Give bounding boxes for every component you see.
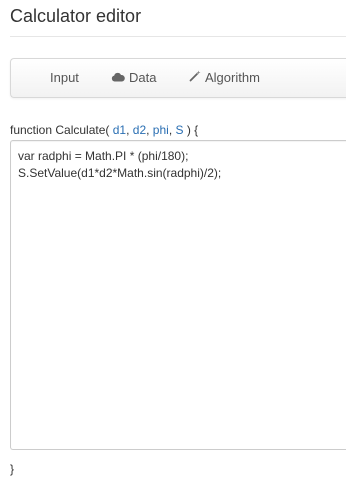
tab-input-label: Input [50, 70, 79, 85]
param-phi: phi [152, 123, 169, 137]
param-d2: d2 [132, 123, 147, 137]
page-title: Calculator editor [10, 6, 142, 26]
tab-input[interactable]: Input [50, 59, 79, 97]
function-suffix: ) { [183, 123, 199, 137]
magic-wand-icon [189, 59, 201, 97]
param-s: S [175, 123, 184, 137]
tab-data[interactable]: Data [111, 59, 156, 97]
title-divider [10, 36, 346, 37]
cloud-icon [111, 59, 125, 97]
tab-data-label: Data [129, 70, 157, 85]
code-editor[interactable]: var radphi = Math.PI * (phi/180); S.SetV… [10, 140, 346, 450]
tab-algorithm-label: Algorithm [205, 70, 260, 85]
function-close-brace: } [10, 462, 15, 476]
tab-algorithm[interactable]: Algorithm [189, 59, 260, 97]
function-signature: function Calculate( d1, d2, phi, S ) { [10, 123, 198, 137]
tab-bar: Input Data Algorithm [10, 58, 346, 98]
function-prefix: function Calculate( [10, 123, 113, 137]
param-d1: d1 [112, 123, 127, 137]
param-separator: , [146, 123, 153, 137]
param-separator: , [126, 123, 133, 137]
